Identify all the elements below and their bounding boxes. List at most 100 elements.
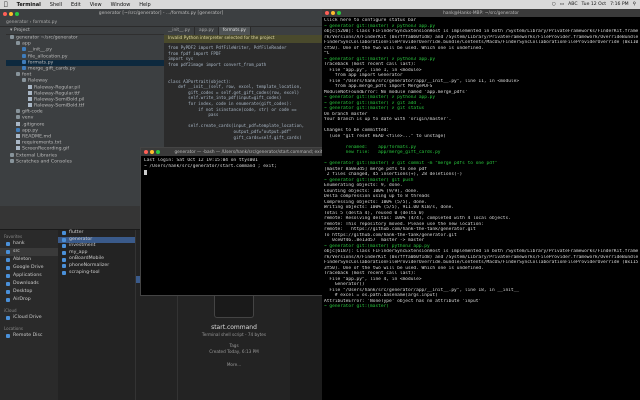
terminal-main-output[interactable]: Click here to configure status bar ~ gene… bbox=[322, 17, 640, 311]
minimize-button[interactable] bbox=[9, 11, 13, 16]
file-icon bbox=[28, 90, 32, 95]
date-label[interactable]: Tue 12 Oct bbox=[582, 2, 607, 7]
tree-item-label: Raleway-SemiBold.ttf bbox=[34, 103, 85, 109]
sidebar-item-label: iCloud Drive bbox=[13, 315, 42, 320]
project-panel-title: Project bbox=[13, 28, 30, 33]
sidebar-section-icloud: iCloud bbox=[4, 308, 17, 313]
tree-item-label: ScreenRecording.gif bbox=[22, 146, 69, 152]
folder-icon bbox=[6, 266, 10, 270]
editor-tab[interactable]: __init__.py bbox=[164, 27, 196, 35]
python-file-icon bbox=[22, 65, 26, 70]
preview-tags[interactable]: Tags bbox=[178, 343, 290, 348]
project-tree: generator ~/src/generator app __init__.py f… bbox=[6, 35, 164, 165]
menu-shell[interactable]: Shell bbox=[50, 2, 62, 8]
input-source[interactable]: ABC bbox=[568, 2, 577, 7]
folder-icon bbox=[6, 298, 10, 302]
cloud-icon bbox=[6, 316, 10, 320]
terminal-line: ~ generator git:(master) bbox=[324, 304, 392, 309]
folder-icon bbox=[16, 115, 20, 120]
battery-icon[interactable]: ▭ bbox=[560, 2, 564, 7]
apple-menu-icon[interactable]:  bbox=[4, 1, 8, 8]
tree-item-label: font bbox=[22, 72, 32, 78]
terminal-main-title: hank@Hanks-MBP: ~/src/generator bbox=[443, 10, 519, 16]
editor-tab[interactable]: formats.py bbox=[218, 27, 251, 35]
column-item[interactable]: investment bbox=[58, 243, 135, 250]
tree-item-label: file_allocation.py bbox=[28, 54, 68, 60]
sidebar-item[interactable]: Desktop bbox=[0, 288, 58, 296]
folder-icon bbox=[62, 257, 66, 262]
editor-tabs: __init__.py app.py formats.py bbox=[164, 27, 322, 35]
sidebar-item[interactable]: Downloads bbox=[0, 280, 58, 288]
editor-tab[interactable]: app.py bbox=[195, 27, 219, 35]
ide-titlebar: generator [~/src/generator] - .../format… bbox=[0, 9, 322, 18]
column-item[interactable]: scraping-tool bbox=[58, 270, 135, 277]
sidebar-item[interactable]: src bbox=[0, 248, 58, 256]
folder-icon bbox=[6, 250, 10, 254]
terminal-line: FinderSyncCollaborationFileProviderOverr… bbox=[324, 260, 638, 265]
folder-icon bbox=[6, 290, 10, 294]
sidebar-item[interactable]: AirDrop bbox=[0, 296, 58, 304]
file-icon bbox=[16, 134, 20, 138]
menu-app-name[interactable]: Terminal bbox=[17, 2, 41, 8]
sidebar-section-favorites: Favorites bbox=[4, 234, 23, 239]
tree-item-label: merge_gift_cards.py bbox=[28, 66, 76, 72]
breadcrumb-text[interactable]: generator › formats.py bbox=[6, 20, 57, 25]
sidebar-item[interactable]: iCloud Drive bbox=[0, 314, 58, 322]
text-cursor bbox=[144, 170, 147, 175]
sidebar-section-locations: Locations bbox=[4, 326, 24, 331]
code-area[interactable]: from PyPDF2 import PdfFileWriter, PdfFil… bbox=[164, 43, 322, 140]
sidebar-item[interactable]: hank bbox=[0, 240, 58, 248]
clock-label[interactable]: 7:16 PM bbox=[610, 2, 629, 7]
sidebar-item[interactable]: Applications bbox=[0, 272, 58, 280]
finder-column-src: flutter generator investment my_app onBoardM… bbox=[58, 230, 136, 400]
tree-item-label: .gitignore bbox=[22, 122, 45, 128]
search-icon[interactable]: ⚲ bbox=[633, 2, 636, 7]
close-button[interactable] bbox=[3, 11, 7, 16]
folder-icon bbox=[6, 258, 10, 262]
sidebar-item-label: Remote Disc bbox=[13, 333, 43, 338]
python-file-icon bbox=[22, 53, 26, 58]
code-line: gift_cards=self.gift_cards) bbox=[168, 134, 302, 140]
preview-created: Created Today, 6:13 PM bbox=[209, 349, 259, 354]
ide-breadcrumb: generator › formats.py bbox=[0, 18, 322, 27]
wifi-icon[interactable]: ○ bbox=[552, 2, 556, 7]
preview-more-link[interactable]: More... bbox=[178, 362, 290, 367]
folder-icon bbox=[62, 251, 66, 256]
folder-icon bbox=[6, 274, 10, 278]
column-item[interactable]: phoneNormalizer bbox=[58, 263, 135, 270]
sidebar-item-label: Desktop bbox=[13, 289, 33, 294]
sidebar-item[interactable]: Ableton bbox=[0, 256, 58, 264]
column-item[interactable]: flutter bbox=[58, 230, 135, 237]
column-item[interactable]: onBoardMobile bbox=[58, 256, 135, 263]
sidebar-item[interactable]: Remote Disc bbox=[0, 332, 58, 340]
folder-icon bbox=[16, 109, 20, 114]
sidebar-item-label: src bbox=[13, 249, 20, 254]
tree-item-label: venv bbox=[22, 115, 34, 121]
python-file-icon bbox=[22, 47, 26, 52]
menu-help[interactable]: Help bbox=[139, 2, 150, 8]
terminal-window-main[interactable]: hank@Hanks-MBP: ~/src/generator Click he… bbox=[322, 9, 640, 400]
folder-icon bbox=[6, 242, 10, 246]
folder-icon bbox=[62, 270, 66, 275]
sidebar-item[interactable]: Google Drive bbox=[0, 264, 58, 272]
menu-view[interactable]: View bbox=[90, 2, 102, 8]
tree-item-label: External Libraries bbox=[16, 153, 58, 159]
file-icon bbox=[28, 84, 32, 89]
menu-bar:  Terminal Shell Edit View Window Help ○… bbox=[0, 0, 640, 9]
column-item-label: phoneNormalizer bbox=[69, 262, 110, 268]
file-icon bbox=[28, 96, 32, 101]
folder-icon bbox=[10, 158, 14, 163]
column-item-label: investment bbox=[69, 243, 96, 249]
tree-item-label: app bbox=[22, 41, 31, 47]
folder-icon bbox=[16, 72, 20, 77]
zoom-button[interactable] bbox=[15, 11, 19, 16]
tree-item-label: Raleway-SemiBold.pil bbox=[34, 97, 85, 103]
project-panel-header[interactable]: ▾ Project bbox=[6, 27, 164, 35]
sidebar-item-label: Ableton bbox=[13, 257, 32, 262]
column-item-label: scraping-tool bbox=[69, 269, 100, 275]
sidebar-item-label: Applications bbox=[13, 273, 42, 278]
interpreter-warning-banner[interactable]: Invalid Python interpreter selected for … bbox=[164, 35, 322, 43]
menu-window[interactable]: Window bbox=[111, 2, 131, 8]
sidebar-item-label: hank bbox=[13, 241, 25, 246]
menu-edit[interactable]: Edit bbox=[71, 2, 81, 8]
